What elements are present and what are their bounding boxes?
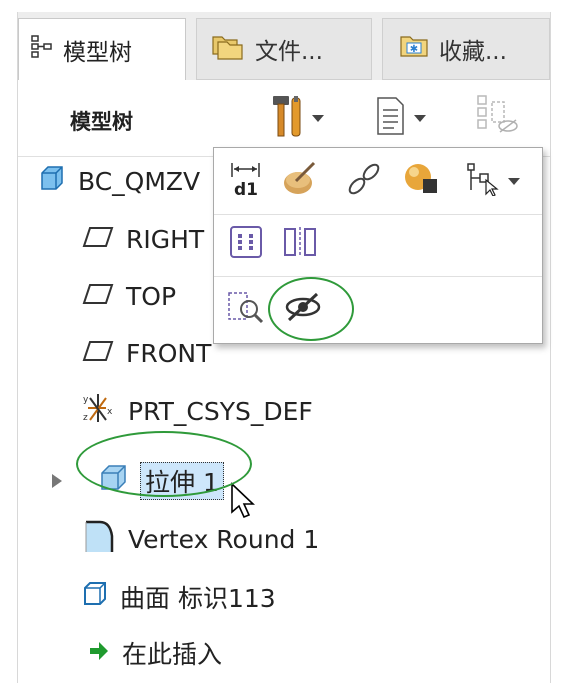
hide-button[interactable]: [280, 286, 326, 332]
tree-item-label: TOP: [126, 281, 177, 311]
menu-separator: [214, 276, 542, 277]
settings-tools-icon: [270, 94, 304, 142]
tree-item-label: 曲面 标识113: [120, 584, 276, 613]
pattern-button[interactable]: [226, 222, 266, 266]
chevron-down-icon: [312, 114, 324, 122]
svg-text:z: z: [83, 413, 88, 423]
settings-dropdown-button[interactable]: [270, 94, 324, 142]
tree-item-label: Vertex Round 1: [128, 524, 320, 554]
datum-plane-icon: [82, 282, 114, 311]
tree-item-label: PRT_CSYS_DEF: [128, 396, 313, 426]
flow-dropdown-button[interactable]: [454, 158, 532, 204]
unhide-button[interactable]: [226, 286, 266, 332]
show-list-icon: [376, 96, 406, 140]
tree-item-label: RIGHT: [126, 224, 205, 254]
svg-text:x: x: [107, 407, 113, 417]
shading-sphere-icon: [403, 161, 441, 201]
expand-arrow-icon[interactable]: [52, 474, 62, 488]
svg-text:y: y: [83, 395, 89, 405]
tab-strip: 模型树 文件... ✱ 收藏...: [18, 12, 550, 80]
hide-icon: [283, 290, 323, 328]
tree-item-label: 在此插入: [122, 640, 223, 669]
tree-item-label: FRONT: [126, 338, 212, 368]
settings-popup-menu: d1: [213, 147, 543, 344]
shading-button[interactable]: [400, 158, 444, 204]
insert-here-arrow-icon: [88, 639, 110, 668]
model-tree-panel: 模型树 文件... ✱ 收藏... 模型树 BC_QMZV RIGHT TOP …: [17, 12, 551, 683]
tree-item-label: 拉伸 1: [140, 462, 224, 500]
tab-label: 模型树: [63, 39, 132, 66]
show-dropdown-button[interactable]: [376, 94, 426, 142]
chain-link-icon: [348, 163, 380, 199]
flow-icon: [466, 162, 500, 200]
chevron-down-icon: [414, 114, 426, 122]
tab-files[interactable]: 文件...: [196, 18, 372, 80]
dimension-button[interactable]: d1: [226, 158, 266, 204]
part-icon: [38, 164, 66, 198]
favorites-icon: ✱: [399, 33, 429, 65]
tree-item-top-plane[interactable]: TOP: [82, 276, 176, 316]
tree-item-label: BC_QMZV: [78, 166, 201, 196]
menu-separator: [214, 214, 542, 215]
svg-text:d1: d1: [234, 180, 258, 199]
folders-icon: [211, 31, 245, 67]
coordinate-system-icon: y z x: [82, 392, 116, 430]
mirror-icon: [282, 225, 318, 263]
model-tree-icon: [31, 34, 53, 65]
tree-item-part[interactable]: BC_QMZV: [38, 161, 200, 201]
model-tree-toolbar: 模型树: [18, 80, 550, 157]
hidden-items-icon: [476, 94, 520, 142]
hidden-items-button[interactable]: [476, 94, 520, 142]
tree-item-right-plane[interactable]: RIGHT: [82, 219, 204, 259]
chain-link-button[interactable]: [344, 158, 384, 204]
tab-label: 收藏...: [439, 39, 507, 65]
datum-plane-icon: [82, 339, 114, 368]
tree-item-csys[interactable]: y z x PRT_CSYS_DEF: [82, 391, 313, 431]
round-icon: [82, 518, 116, 560]
tree-item-insert-here[interactable]: 在此插入: [88, 633, 222, 673]
chevron-down-icon: [508, 177, 520, 185]
toolbar-title: 模型树: [70, 110, 133, 134]
dimension-icon: d1: [229, 159, 263, 203]
tab-model-tree[interactable]: 模型树: [18, 18, 186, 80]
unhide-icon: [227, 289, 265, 329]
tree-item-front-plane[interactable]: FRONT: [82, 333, 211, 373]
mirror-button[interactable]: [280, 222, 320, 266]
tab-label: 文件...: [255, 39, 323, 65]
pattern-icon: [229, 225, 263, 263]
datum-plane-icon: [82, 225, 114, 254]
extrude-icon: [98, 463, 128, 499]
surface-icon: [82, 581, 108, 613]
tab-favorites[interactable]: ✱ 收藏...: [382, 18, 550, 80]
appearance-icon: [282, 161, 318, 201]
tree-item-vertex-round[interactable]: Vertex Round 1: [82, 519, 319, 559]
tree-item-extrude[interactable]: 拉伸 1: [98, 461, 224, 501]
svg-text:✱: ✱: [410, 44, 418, 55]
tree-item-surface[interactable]: 曲面 标识113: [82, 577, 276, 617]
appearance-button[interactable]: [280, 158, 320, 204]
